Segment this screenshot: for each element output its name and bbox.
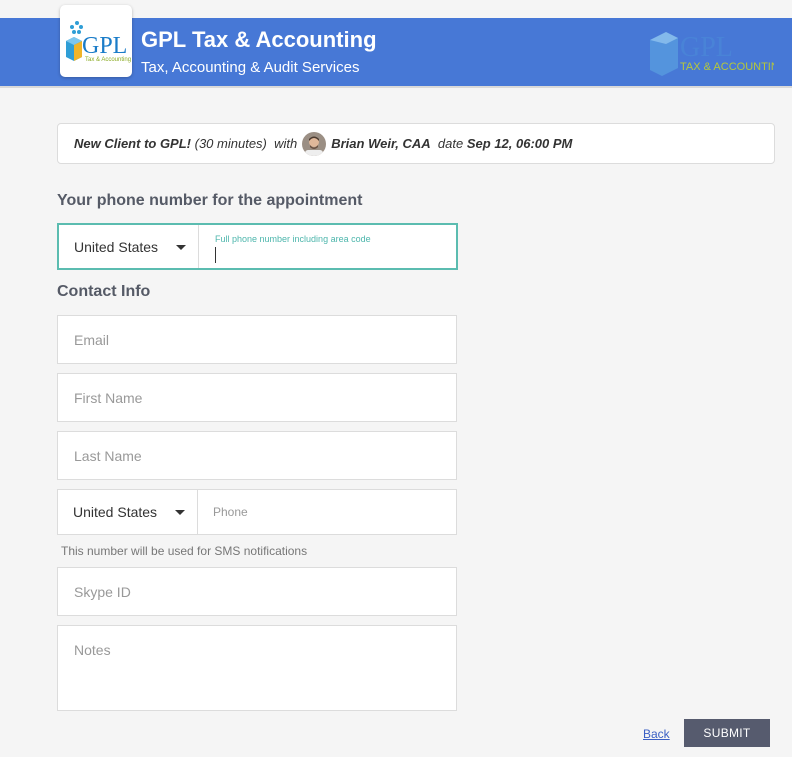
brand-title: GPL Tax & Accounting: [141, 27, 377, 52]
provider-name: Brian Weir, CAA: [331, 136, 431, 151]
logo-text: GPL: [82, 33, 127, 59]
country-select[interactable]: United States: [59, 225, 199, 268]
email-placeholder: Email: [74, 331, 110, 348]
notes-textarea[interactable]: Notes: [57, 625, 457, 711]
logo-right-tagline: TAX & ACCOUNTING: [680, 61, 774, 73]
back-link[interactable]: Back: [643, 727, 670, 741]
phone-input[interactable]: Full phone number including area code: [199, 225, 456, 268]
provider-avatar: [302, 131, 327, 156]
email-input[interactable]: Email: [57, 315, 457, 364]
service-duration: (30 minutes): [194, 136, 267, 151]
brand-subtitle: Tax, Accounting & Audit Services: [141, 59, 360, 76]
skype-input[interactable]: Skype ID: [57, 567, 457, 616]
caret-down-icon: [175, 510, 185, 515]
with-label: with: [274, 136, 298, 151]
notes-placeholder: Notes: [74, 642, 111, 658]
first-name-placeholder: First Name: [74, 389, 143, 406]
logo-tagline: Tax & Accounting: [85, 57, 131, 63]
logo-right-text: GPL: [680, 32, 733, 63]
contact-section-title: Contact Info: [57, 283, 151, 300]
skype-placeholder: Skype ID: [74, 583, 131, 600]
caret-down-icon: [176, 244, 186, 250]
contact-phone-group: United States Phone: [57, 489, 457, 535]
brand-logo: GPL Tax & Accounting: [60, 5, 132, 77]
brand-logo-right: GPL TAX & ACCOUNTING: [650, 32, 774, 76]
contact-country-value: United States: [73, 504, 158, 520]
contact-country-select[interactable]: United States: [58, 490, 198, 534]
sms-hint: This number will be used for SMS notific…: [61, 544, 308, 558]
country-select-value: United States: [74, 238, 159, 255]
phone-field-group: United States Full phone number includin…: [57, 223, 458, 270]
date-label: date: [437, 136, 464, 151]
text-cursor: [215, 247, 216, 263]
submit-button[interactable]: SUBMIT: [684, 719, 770, 747]
appointment-summary: New Client to GPL! (30 minutes) with Bri…: [57, 123, 775, 164]
appointment-date: Sep 12, 06:00 PM: [466, 136, 573, 151]
contact-phone-placeholder: Phone: [213, 505, 248, 519]
first-name-input[interactable]: First Name: [57, 373, 457, 422]
phone-section-title: Your phone number for the appointment: [57, 192, 363, 209]
contact-phone-input[interactable]: Phone: [198, 490, 456, 534]
last-name-placeholder: Last Name: [74, 447, 142, 464]
service-name: New Client to GPL!: [74, 136, 191, 151]
last-name-input[interactable]: Last Name: [57, 431, 457, 480]
phone-input-label: Full phone number including area code: [215, 234, 371, 244]
